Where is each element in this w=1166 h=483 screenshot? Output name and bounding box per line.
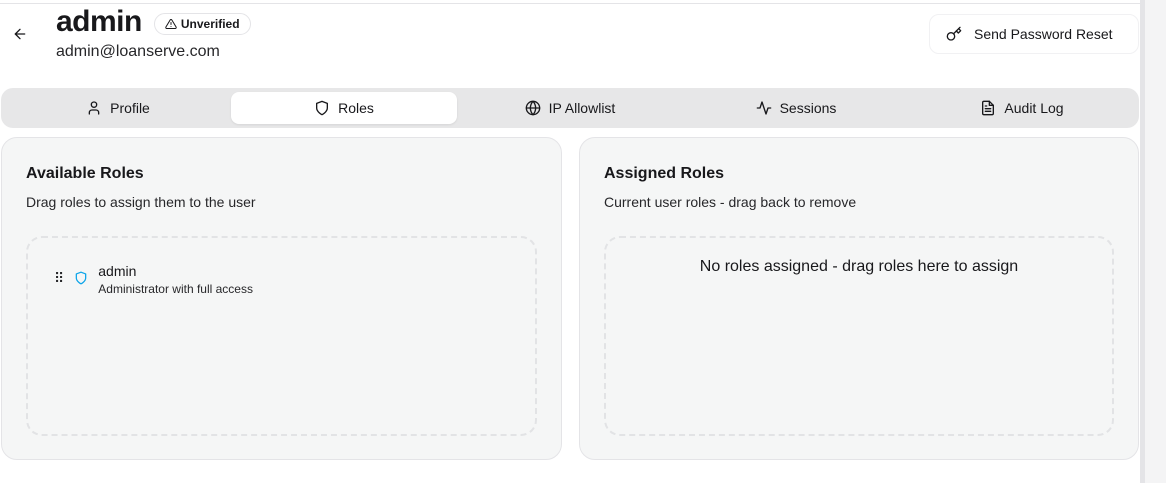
assigned-roles-title: Assigned Roles <box>604 165 725 182</box>
tab-roles[interactable]: Roles <box>231 92 457 124</box>
globe-icon <box>525 100 540 116</box>
back-button[interactable] <box>8 22 32 46</box>
scrollbar-edge <box>1140 0 1145 483</box>
role-name: admin <box>98 263 137 279</box>
grip-vertical-icon[interactable]: ⠿ <box>54 271 64 285</box>
tab-audit-log[interactable]: Audit Log <box>909 92 1135 124</box>
file-text-icon <box>982 100 995 116</box>
user-email: admin@loanserve.com <box>56 43 220 60</box>
user-header: admin Unverified <box>56 4 251 40</box>
activity-icon <box>756 101 771 115</box>
tab-bar: Profile Roles IP Allowlist Sessions Audi… <box>1 88 1139 128</box>
available-roles-description: Drag roles to assign them to the user <box>26 194 256 210</box>
tab-ip-allowlist[interactable]: IP Allowlist <box>457 92 683 124</box>
tab-sessions[interactable]: Sessions <box>683 92 909 124</box>
assigned-roles-card: Assigned Roles Current user roles - drag… <box>579 137 1139 460</box>
key-icon <box>946 26 962 41</box>
tab-profile-label: Profile <box>110 100 150 116</box>
shield-icon <box>316 100 329 116</box>
empty-state-message: No roles assigned - drag roles here to a… <box>699 258 1019 275</box>
tab-sessions-label: Sessions <box>779 100 837 116</box>
status-badge-label: Unverified <box>180 16 240 31</box>
role-description: Administrator with full access <box>98 282 253 296</box>
user-icon <box>88 101 100 115</box>
tab-profile[interactable]: Profile <box>5 92 231 124</box>
send-password-reset-label: Send Password Reset <box>974 26 1113 42</box>
tab-audit-log-label: Audit Log <box>1004 100 1064 116</box>
send-password-reset-button[interactable]: Send Password Reset <box>929 14 1139 54</box>
role-item-admin[interactable]: ⠿ admin Administrator with full access <box>54 263 253 296</box>
available-roles-title: Available Roles <box>26 165 144 182</box>
available-roles-drop-zone[interactable]: ⠿ admin Administrator with full access <box>26 236 537 436</box>
available-roles-card: Available Roles Drag roles to assign the… <box>1 137 562 460</box>
status-badge: Unverified <box>153 12 251 35</box>
tab-roles-label: Roles <box>338 100 374 116</box>
tab-ip-allowlist-label: IP Allowlist <box>548 100 616 116</box>
shield-icon <box>75 271 87 285</box>
arrow-left-icon <box>14 28 26 40</box>
assigned-roles-drop-zone[interactable]: No roles assigned - drag roles here to a… <box>604 236 1114 436</box>
alert-triangle-icon <box>165 18 177 29</box>
assigned-roles-description: Current user roles - drag back to remove <box>604 194 857 210</box>
page-title: admin <box>56 5 142 38</box>
role-info: admin Administrator with full access <box>98 263 253 296</box>
